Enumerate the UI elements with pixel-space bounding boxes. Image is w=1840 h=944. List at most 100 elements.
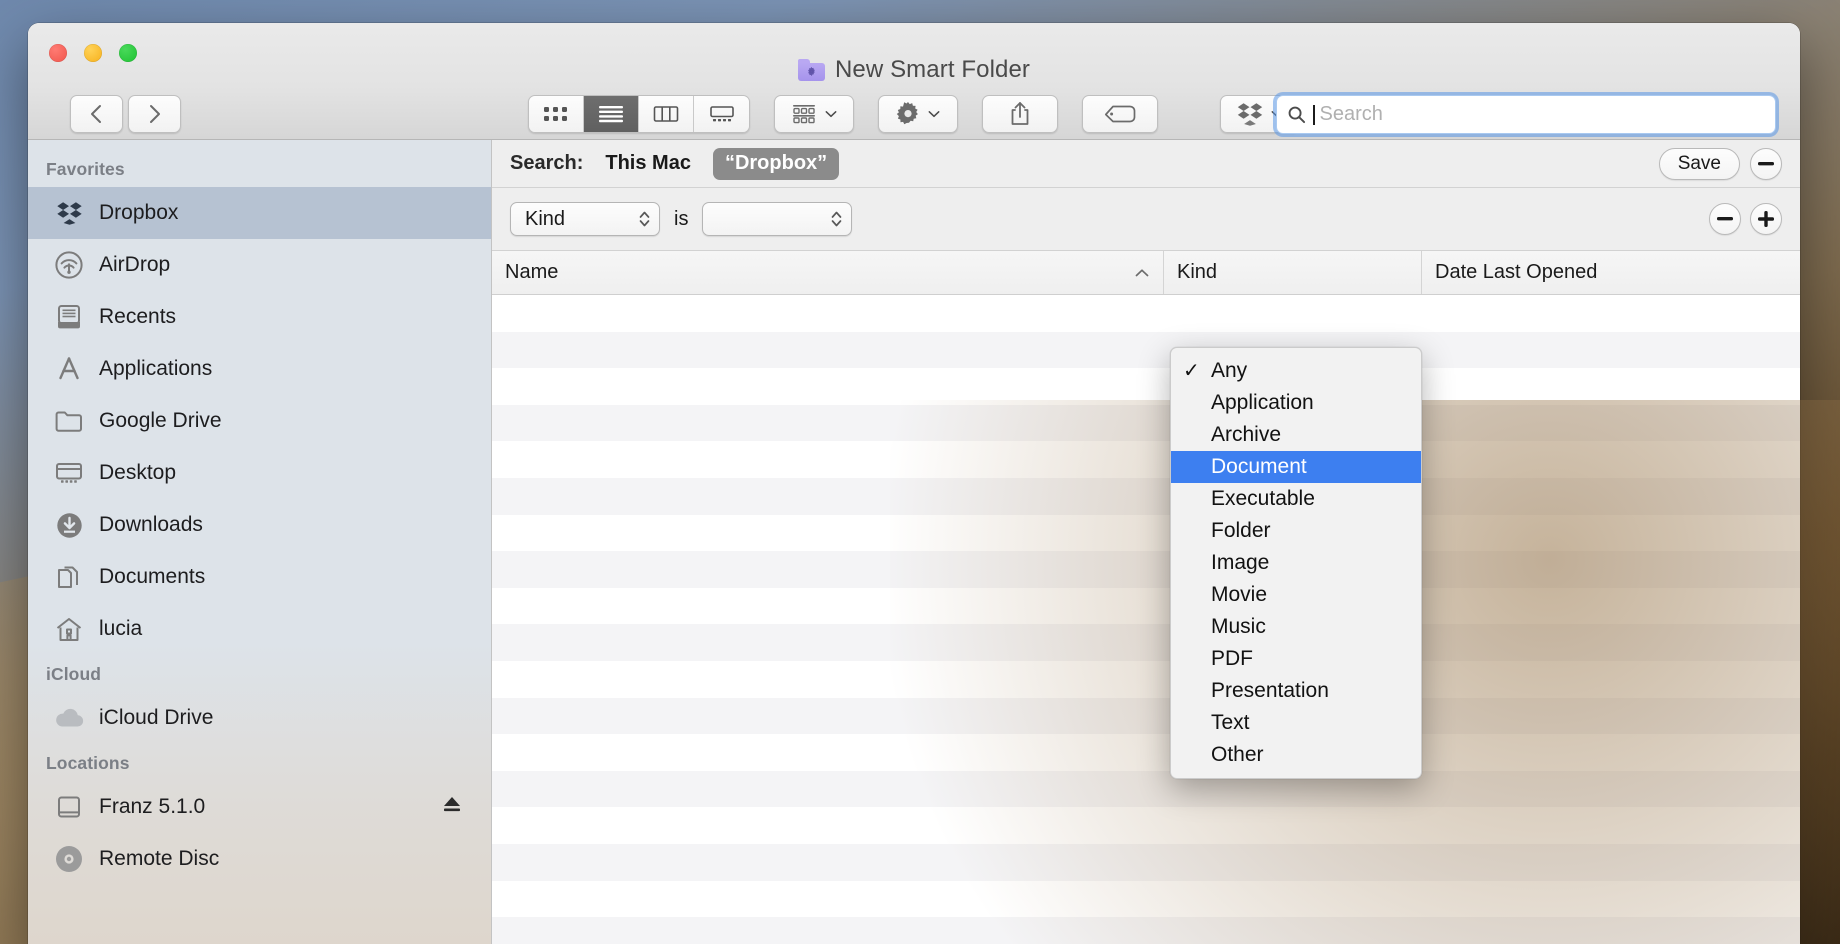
smart-folder-icon — [798, 59, 825, 81]
chevron-down-icon — [928, 111, 940, 118]
sidebar-item-label: AirDrop — [99, 253, 171, 276]
menu-item-archive[interactable]: Archive — [1171, 419, 1421, 451]
sidebar-item-home[interactable]: lucia — [28, 603, 491, 655]
menu-item-label: Other — [1211, 743, 1264, 766]
table-row — [492, 624, 1800, 661]
list-view-button[interactable] — [584, 96, 639, 132]
sidebar-item-label: Applications — [99, 357, 213, 380]
filter-row: Kind is Document — [492, 188, 1800, 251]
sidebar-item-downloads[interactable]: Downloads — [28, 499, 491, 551]
toolbar-center — [528, 95, 1300, 133]
remove-filter-button[interactable] — [1709, 203, 1741, 235]
icon-view-button[interactable] — [529, 96, 584, 132]
list-icon — [599, 106, 623, 123]
sidebar-item-franz[interactable]: Franz 5.1.0 — [28, 781, 491, 833]
plus-icon — [1758, 211, 1774, 227]
recents-icon — [54, 302, 84, 332]
gallery-icon — [709, 106, 734, 122]
forward-button[interactable] — [128, 95, 181, 133]
sidebar-item-applications[interactable]: Applications — [28, 343, 491, 395]
search-input[interactable]: Search — [1276, 95, 1776, 134]
menu-item-other[interactable]: Other — [1171, 739, 1421, 771]
table-row — [492, 368, 1800, 405]
desktop-background: New Smart Folder Search Favorites Dropbo… — [0, 0, 1840, 944]
filter-value-popup[interactable]: Document — [702, 202, 853, 236]
menu-item-music[interactable]: Music — [1171, 611, 1421, 643]
minus-icon — [1758, 161, 1774, 165]
table-row — [492, 917, 1800, 944]
dropbox-icon — [54, 198, 84, 228]
gear-icon — [896, 102, 918, 125]
scope-this-mac[interactable]: This Mac — [599, 152, 697, 175]
menu-item-movie[interactable]: Movie — [1171, 579, 1421, 611]
scope-current-folder[interactable]: “Dropbox” — [712, 147, 840, 180]
menu-item-pdf[interactable]: PDF — [1171, 643, 1421, 675]
sidebar-item-desktop[interactable]: Desktop — [28, 447, 491, 499]
menu-item-label: Movie — [1211, 583, 1268, 606]
table-row — [492, 587, 1800, 625]
column-header-kind[interactable]: Kind — [1164, 251, 1422, 294]
grid-icon — [544, 107, 567, 121]
sidebar-item-label: lucia — [99, 617, 143, 640]
column-header-date-last-opened[interactable]: Date Last Opened — [1422, 251, 1800, 294]
sidebar-item-label: Documents — [99, 565, 206, 588]
file-list[interactable] — [492, 295, 1800, 944]
table-row — [492, 551, 1800, 588]
text-cursor — [1313, 104, 1315, 125]
sidebar-item-recents[interactable]: Recents — [28, 291, 491, 343]
gallery-view-button[interactable] — [694, 96, 749, 132]
folder-icon — [54, 406, 84, 436]
column-view-button[interactable] — [639, 96, 694, 132]
disk-icon — [54, 792, 84, 822]
sidebar-item-documents[interactable]: Documents — [28, 551, 491, 603]
kind-dropdown-menu[interactable]: ✓ Any Application Archive Document Execu… — [1170, 347, 1422, 779]
add-filter-button[interactable] — [1750, 203, 1782, 235]
menu-item-label: Executable — [1211, 487, 1315, 510]
sidebar-section-icloud: iCloud — [46, 664, 102, 684]
airdrop-icon — [54, 250, 84, 280]
window-title-text: New Smart Folder — [835, 56, 1030, 83]
tag-icon — [1104, 105, 1136, 123]
window-titlebar: New Smart Folder Search — [28, 23, 1800, 140]
checkmark-icon: ✓ — [1183, 360, 1200, 382]
menu-item-document[interactable]: Document — [1171, 451, 1421, 483]
menu-item-label: PDF — [1211, 647, 1253, 670]
menu-item-image[interactable]: Image — [1171, 547, 1421, 579]
menu-item-executable[interactable]: Executable — [1171, 483, 1421, 515]
eject-icon[interactable] — [441, 794, 463, 820]
menu-item-any[interactable]: ✓ Any — [1171, 355, 1421, 387]
filter-attribute-popup[interactable]: Kind — [510, 202, 660, 236]
chevron-right-icon — [150, 105, 160, 123]
menu-item-label: Archive — [1211, 423, 1282, 446]
sidebar-item-airdrop[interactable]: AirDrop — [28, 239, 491, 291]
updown-chevrons-icon — [639, 211, 650, 227]
sidebar-section-locations: Locations — [46, 753, 130, 773]
group-by-button[interactable] — [774, 95, 854, 133]
menu-item-label: Application — [1211, 391, 1314, 414]
column-header-name[interactable]: Name — [492, 251, 1164, 294]
documents-icon — [54, 562, 84, 592]
menu-item-label: Folder — [1211, 519, 1271, 542]
sidebar-item-remote-disc[interactable]: Remote Disc — [28, 833, 491, 885]
save-button[interactable]: Save — [1658, 147, 1740, 180]
sidebar-item-google-drive[interactable]: Google Drive — [28, 395, 491, 447]
share-button[interactable] — [982, 95, 1058, 133]
sidebar-item-dropbox[interactable]: Dropbox — [28, 187, 491, 239]
menu-item-folder[interactable]: Folder — [1171, 515, 1421, 547]
tags-button[interactable] — [1082, 95, 1158, 133]
column-headers: Name Kind Date Last Opened — [492, 251, 1800, 295]
menu-item-text[interactable]: Text — [1171, 707, 1421, 739]
chevron-left-icon — [91, 105, 101, 123]
sidebar: Favorites Dropbox AirDrop Recents Applic… — [28, 140, 492, 944]
minus-icon — [1717, 217, 1733, 221]
applications-icon — [54, 354, 84, 384]
sidebar-item-label: Remote Disc — [99, 847, 220, 870]
menu-item-presentation[interactable]: Presentation — [1171, 675, 1421, 707]
menu-item-label: Music — [1211, 615, 1266, 638]
action-menu-button[interactable] — [878, 95, 958, 133]
remove-search-button[interactable] — [1750, 147, 1782, 180]
menu-item-application[interactable]: Application — [1171, 387, 1421, 419]
search-placeholder: Search — [1319, 103, 1383, 125]
back-button[interactable] — [70, 95, 123, 133]
sidebar-item-icloud-drive[interactable]: iCloud Drive — [28, 692, 491, 744]
